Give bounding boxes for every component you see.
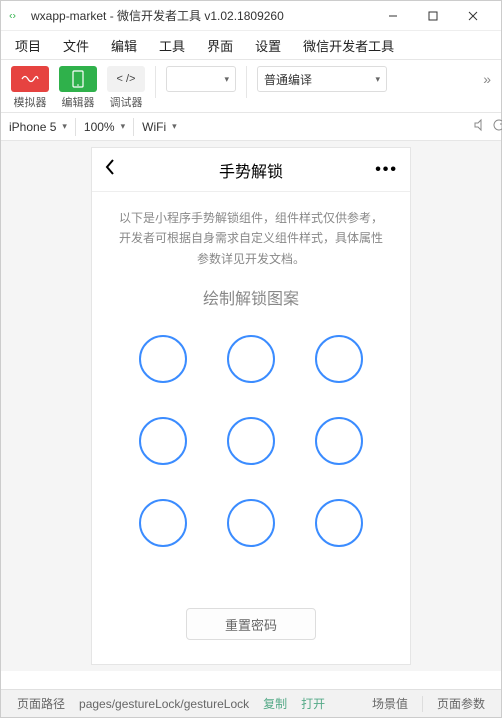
mute-icon[interactable] [465, 118, 483, 135]
gesture-dot[interactable] [315, 499, 363, 547]
simulator-icon [11, 66, 49, 92]
back-button[interactable] [104, 157, 116, 183]
menu-wechat-devtools[interactable]: 微信开发者工具 [293, 32, 404, 59]
debugger-label: 调试器 [110, 94, 143, 110]
menu-settings[interactable]: 设置 [245, 32, 291, 59]
gesture-dot[interactable] [139, 499, 187, 547]
device-value: iPhone 5 [9, 120, 56, 134]
maximize-button[interactable] [413, 1, 453, 31]
gesture-dot[interactable] [227, 335, 275, 383]
compile-mode-dropdown[interactable]: 普通编译 ▾ [257, 66, 387, 92]
debugger-toggle[interactable]: < /> 调试器 [107, 66, 145, 110]
description-text: 以下是小程序手势解锁组件，组件样式仅供参考，开发者可根据自身需求自定义组件样式，… [92, 192, 410, 279]
reset-password-button[interactable]: 重置密码 [186, 608, 316, 640]
editor-toggle[interactable]: 编辑器 [59, 66, 97, 110]
status-bar: 页面路径 pages/gestureLock/gestureLock 复制 打开… [1, 689, 501, 717]
device-select[interactable]: iPhone 5 ▾ [1, 113, 75, 140]
gesture-grid[interactable] [92, 327, 410, 567]
app-nav-bar: 手势解锁 ••• [92, 148, 410, 192]
code-icon: < /> [107, 66, 145, 92]
menu-tool[interactable]: 工具 [149, 32, 195, 59]
open-link[interactable]: 打开 [301, 695, 325, 712]
rotate-icon[interactable] [483, 118, 501, 135]
chevron-down-icon: ▾ [172, 121, 177, 132]
heading-text: 绘制解锁图案 [92, 279, 410, 327]
gesture-dot[interactable] [227, 499, 275, 547]
compile-mode-value: 普通编译 [264, 71, 312, 88]
phone-screen: 手势解锁 ••• 以下是小程序手势解锁组件，组件样式仅供参考，开发者可根据自身需… [91, 147, 411, 665]
app-logo-icon: ‹› [9, 8, 25, 24]
svg-text:‹›: ‹› [9, 9, 16, 21]
zoom-select[interactable]: 100% ▾ [76, 113, 133, 140]
editor-label: 编辑器 [62, 94, 95, 110]
gesture-dot[interactable] [315, 417, 363, 465]
gesture-dot[interactable] [139, 335, 187, 383]
menu-edit[interactable]: 编辑 [101, 32, 147, 59]
menu-interface[interactable]: 界面 [197, 32, 243, 59]
page-path-value: pages/gestureLock/gestureLock [79, 697, 249, 711]
close-button[interactable] [453, 1, 493, 31]
gesture-dot[interactable] [227, 417, 275, 465]
phone-icon [59, 66, 97, 92]
window-title: wxapp-market - 微信开发者工具 v1.02.1809260 [31, 7, 373, 24]
copy-link[interactable]: 复制 [263, 695, 287, 712]
window-titlebar: ‹› wxapp-market - 微信开发者工具 v1.02.1809260 [1, 1, 501, 31]
scene-value-button[interactable]: 场景值 [366, 695, 414, 712]
zoom-value: 100% [84, 120, 115, 134]
network-select[interactable]: WiFi ▾ [134, 113, 185, 140]
toolbar: 模拟器 编辑器 < /> 调试器 ▾ 普通编译 ▾ » [1, 59, 501, 113]
device-bar: iPhone 5 ▾ 100% ▾ WiFi ▾ [1, 113, 501, 141]
blank-dropdown[interactable]: ▾ [166, 66, 236, 92]
menu-file[interactable]: 文件 [53, 32, 99, 59]
page-params-button[interactable]: 页面参数 [431, 695, 491, 712]
chevron-down-icon: ▾ [62, 121, 67, 132]
menu-project[interactable]: 项目 [5, 32, 51, 59]
nav-menu-button[interactable]: ••• [375, 161, 398, 179]
path-label: 页面路径 [11, 695, 71, 712]
simulator-area: 手势解锁 ••• 以下是小程序手势解锁组件，组件样式仅供参考，开发者可根据自身需… [1, 141, 501, 671]
network-value: WiFi [142, 120, 166, 134]
gesture-dot[interactable] [139, 417, 187, 465]
chevron-down-icon: ▾ [375, 74, 380, 85]
chevron-down-icon: ▾ [121, 121, 126, 132]
toolbar-more-button[interactable]: » [483, 66, 491, 92]
simulator-toggle[interactable]: 模拟器 [11, 66, 49, 110]
chevron-down-icon: ▾ [224, 74, 229, 85]
gesture-dot[interactable] [315, 335, 363, 383]
nav-title: 手势解锁 [219, 158, 283, 182]
menu-bar: 项目 文件 编辑 工具 界面 设置 微信开发者工具 [1, 31, 501, 59]
minimize-button[interactable] [373, 1, 413, 31]
simulator-label: 模拟器 [14, 94, 47, 110]
